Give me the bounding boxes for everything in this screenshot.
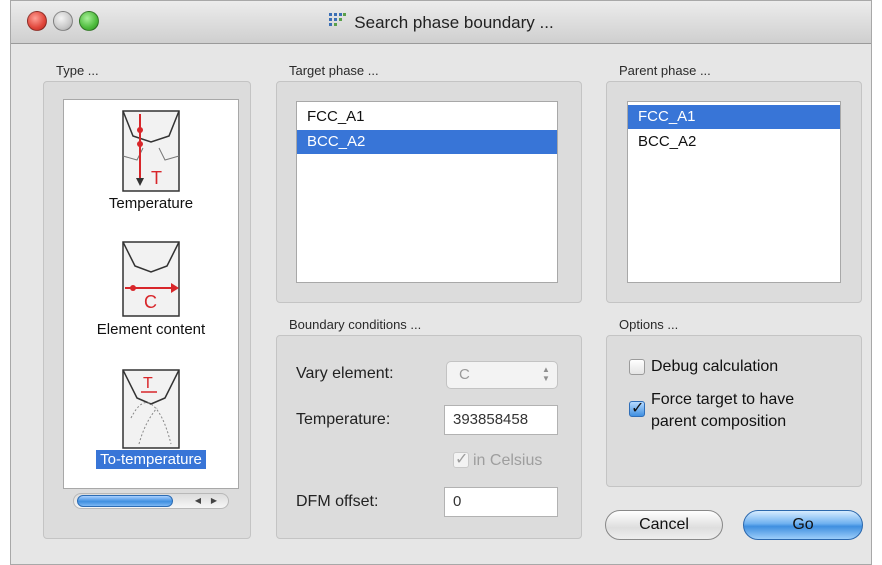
type-list-horizontal-scrollbar[interactable]: ◀ ▶ xyxy=(69,490,233,512)
go-button[interactable]: Go xyxy=(743,510,863,540)
element-content-diagram-icon: C xyxy=(122,241,180,317)
options-group-label: Options ... xyxy=(619,317,679,332)
target-phase-list[interactable]: FCC_A1 BCC_A2 xyxy=(296,101,558,283)
type-label-temperature: Temperature xyxy=(108,195,194,212)
dfm-offset-field[interactable]: 0 xyxy=(444,487,558,517)
check-mark-icon: ✓ xyxy=(631,400,645,417)
check-mark-icon: ✓ xyxy=(455,451,469,468)
type-item-temperature[interactable]: T Temperature xyxy=(64,108,238,213)
scroll-right-arrow-icon[interactable]: ▶ xyxy=(207,495,221,507)
window-title-text: Search phase boundary ... xyxy=(354,13,554,32)
target-phase-item-bcc-a2[interactable]: BCC_A2 xyxy=(297,130,557,154)
force-target-label-line-1: Force target to have xyxy=(651,391,795,408)
window-title: Search phase boundary ... xyxy=(11,12,871,33)
scrollbar-thumb[interactable] xyxy=(77,495,173,507)
to-temperature-diagram-icon: T xyxy=(122,369,180,449)
vary-element-value: C xyxy=(459,366,470,383)
search-phase-boundary-window: Search phase boundary ... Type ... T Tem… xyxy=(10,0,872,565)
scroll-left-arrow-icon[interactable]: ◀ xyxy=(191,495,205,507)
temperature-field[interactable]: 393858458 xyxy=(444,405,558,435)
type-list[interactable]: T Temperature C Element content T To-tem… xyxy=(63,99,239,489)
parent-phase-item-fcc-a1[interactable]: FCC_A1 xyxy=(628,105,840,129)
parent-phase-item-bcc-a2[interactable]: BCC_A2 xyxy=(628,130,840,154)
type-item-to-temperature[interactable]: T To-temperature xyxy=(64,368,238,469)
type-label-to-temperature: To-temperature xyxy=(96,450,206,469)
parent-phase-group-label: Parent phase ... xyxy=(619,63,711,78)
select-arrows-icon: ▲ ▼ xyxy=(542,365,550,383)
temperature-diagram-letter: T xyxy=(151,168,162,188)
temperature-diagram-icon: T xyxy=(122,110,180,192)
force-target-label: Force target to have parent composition xyxy=(651,389,794,433)
force-target-label-line-2: parent composition xyxy=(651,413,787,430)
element-content-diagram-letter: C xyxy=(144,292,157,312)
type-group-label: Type ... xyxy=(56,63,99,78)
in-celsius-checkbox[interactable]: ✓ xyxy=(453,451,469,468)
dfm-offset-label: DFM offset: xyxy=(296,493,379,510)
boundary-conditions-group-label: Boundary conditions ... xyxy=(289,317,422,332)
parent-phase-list[interactable]: FCC_A1 BCC_A2 xyxy=(627,101,841,283)
to-temperature-diagram-letter: T xyxy=(143,375,153,392)
cancel-button[interactable]: Cancel xyxy=(605,510,723,540)
target-phase-item-fcc-a1[interactable]: FCC_A1 xyxy=(297,105,557,129)
force-target-checkbox[interactable]: ✓ xyxy=(629,400,645,417)
debug-calculation-checkbox[interactable] xyxy=(629,359,645,375)
type-label-element-content: Element content xyxy=(96,321,206,338)
type-item-element-content[interactable]: C Element content xyxy=(64,240,238,339)
vary-element-select[interactable]: C ▲ ▼ xyxy=(446,361,558,389)
vary-element-label: Vary element: xyxy=(296,365,394,382)
temperature-label: Temperature: xyxy=(296,411,391,428)
target-phase-group-label: Target phase ... xyxy=(289,63,379,78)
in-celsius-label: in Celsius xyxy=(473,452,543,469)
title-bar: Search phase boundary ... xyxy=(11,1,871,44)
app-grid-icon xyxy=(329,13,347,26)
debug-calculation-label: Debug calculation xyxy=(651,358,779,375)
